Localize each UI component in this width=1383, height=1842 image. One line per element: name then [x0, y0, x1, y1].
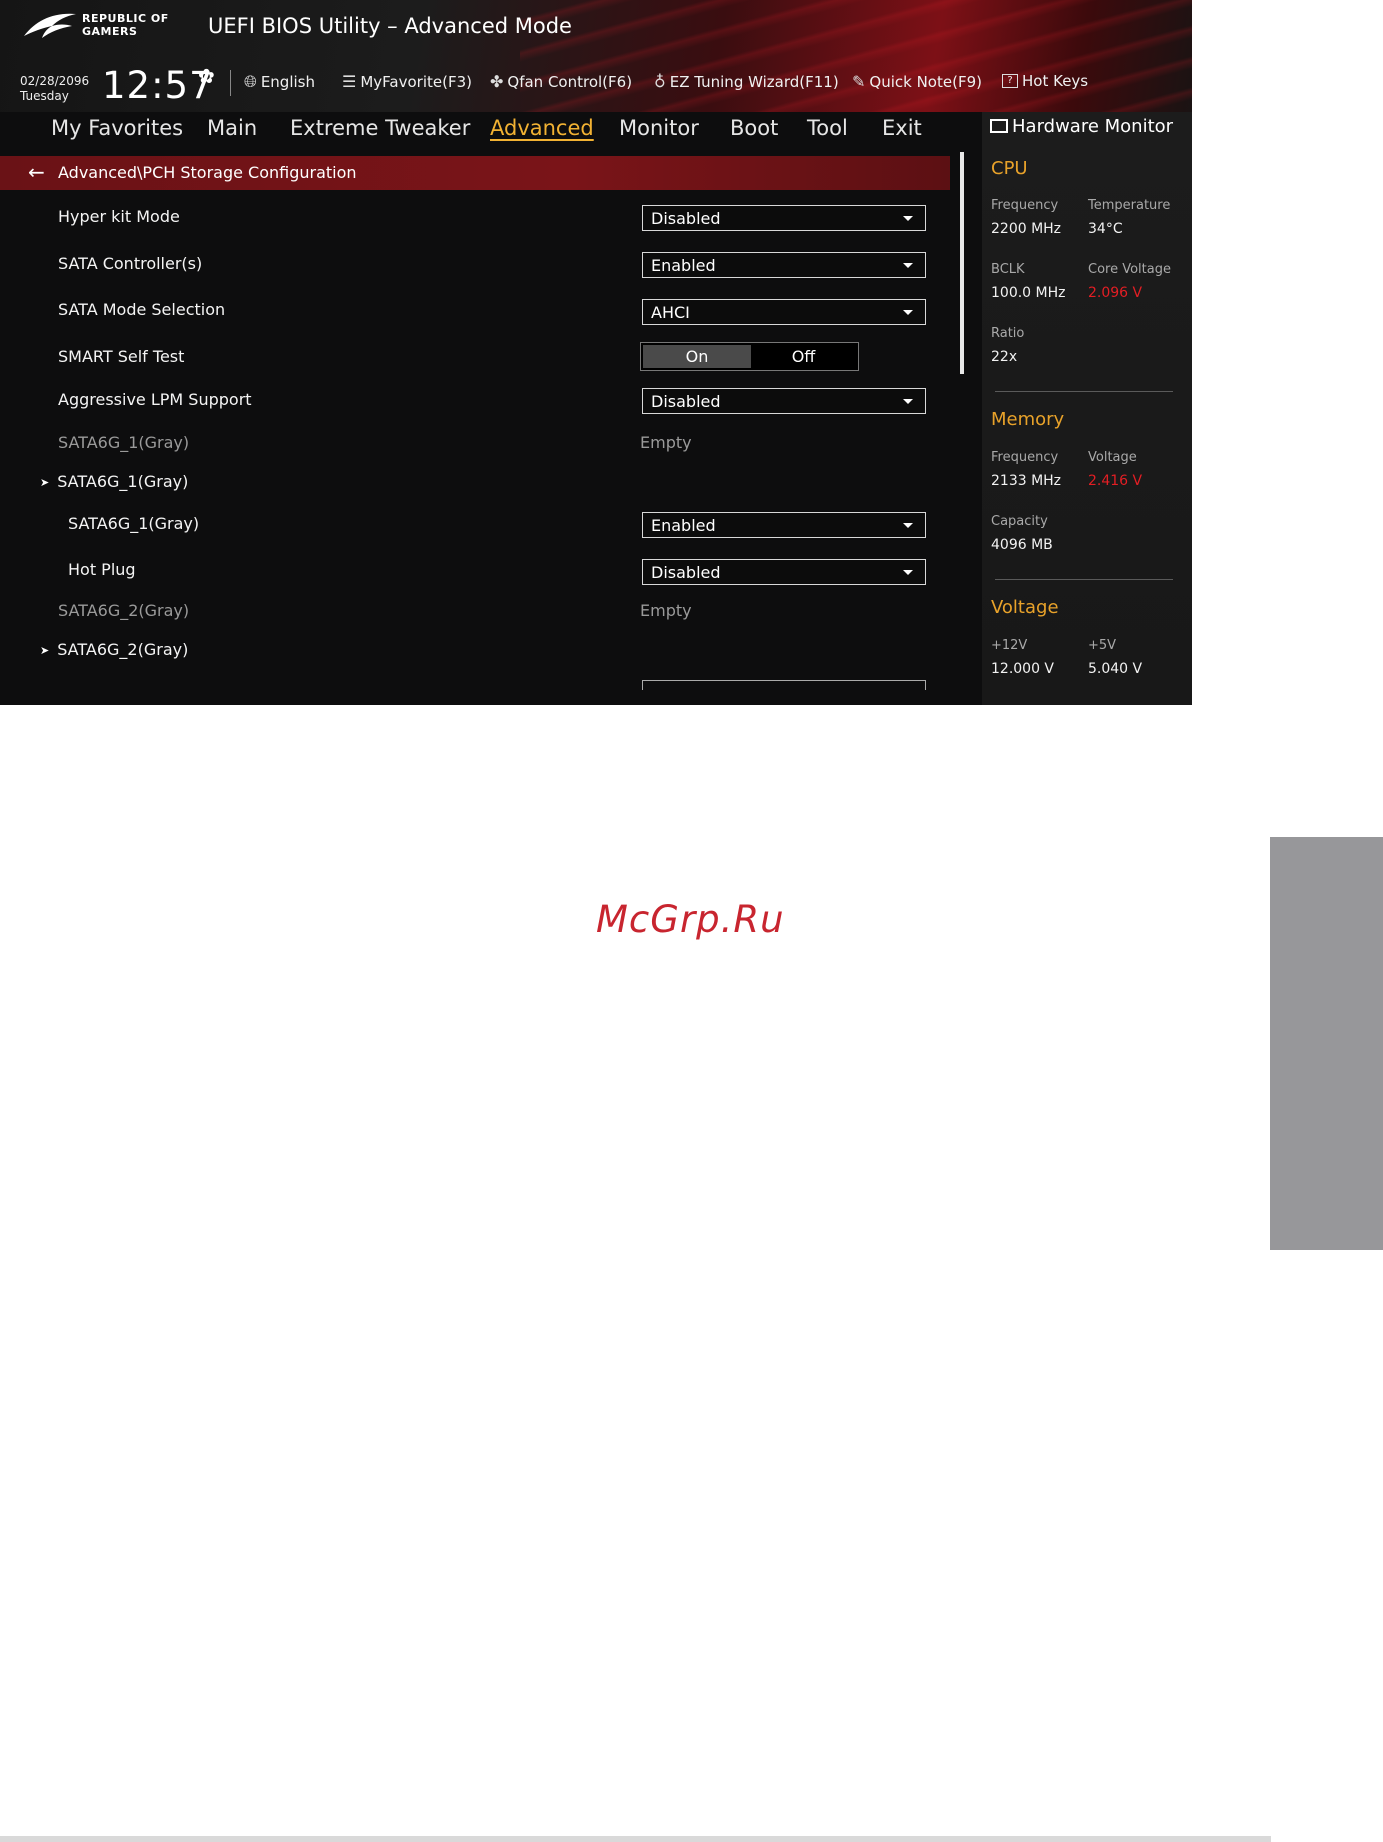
rog-logo: REPUBLIC OF GAMERS — [22, 8, 192, 48]
submenu-sata6g-1[interactable]: ➤ SATA6G_1(Gray) — [40, 472, 188, 491]
expand-arrow-icon: ➤ — [40, 476, 50, 489]
breadcrumb-path: Advanced\PCH Storage Configuration — [58, 163, 357, 182]
chevron-down-icon — [903, 523, 913, 528]
ratio-value: 22x — [991, 349, 1018, 365]
toggle-off-option[interactable]: Off — [751, 345, 856, 368]
core-voltage-label: Core Voltage — [1088, 262, 1171, 277]
sata-mode-dropdown[interactable]: AHCI — [642, 299, 926, 325]
lightbulb-icon: ♁ — [654, 72, 666, 91]
globe-icon: 🌐︎ — [244, 72, 257, 91]
tab-advanced[interactable]: Advanced — [490, 116, 594, 140]
back-arrow-icon[interactable]: ← — [28, 160, 45, 184]
date-display: 02/28/2096 Tuesday — [20, 74, 89, 104]
port-info-sata6g-2: SATA6G_2(Gray) — [58, 601, 190, 620]
language-button[interactable]: 🌐︎ English — [244, 72, 315, 92]
memory-heading: Memory — [991, 409, 1065, 430]
memory-capacity-label: Capacity — [991, 514, 1048, 529]
rog-eye-icon — [24, 13, 76, 38]
chevron-down-icon — [903, 263, 913, 268]
monitor-icon — [990, 119, 1008, 133]
tab-tool[interactable]: Tool — [807, 116, 848, 140]
v12-label: +12V — [991, 638, 1028, 653]
aggressive-lpm-dropdown[interactable]: Disabled — [642, 388, 926, 414]
ratio-label: Ratio — [991, 326, 1025, 341]
chevron-down-icon — [903, 310, 913, 315]
question-box-icon: ? — [1002, 74, 1018, 88]
hardware-monitor-title: Hardware Monitor — [990, 116, 1173, 137]
tab-my-favorites[interactable]: My Favorites — [51, 116, 183, 140]
bios-screen: REPUBLIC OF GAMERS UEFI BIOS Utility – A… — [0, 0, 1192, 705]
setting-label-aggressive-lpm: Aggressive LPM Support — [58, 390, 252, 409]
footer-line — [0, 1836, 1271, 1842]
bclk-label: BCLK — [991, 262, 1025, 277]
chevron-down-icon — [903, 216, 913, 221]
gear-icon[interactable]: ✿ — [198, 64, 215, 88]
clock: 12:57 — [102, 64, 214, 107]
cpu-temperature-value: 34°C — [1088, 221, 1123, 237]
cpu-heading: CPU — [991, 158, 1028, 179]
port-status-sata6g-2: Empty — [640, 601, 692, 620]
setting-label-smart-self-test: SMART Self Test — [58, 347, 185, 366]
memory-capacity-value: 4096 MB — [991, 537, 1053, 553]
setting-label-sata-mode: SATA Mode Selection — [58, 300, 226, 319]
v5-value: 5.040 V — [1088, 661, 1143, 677]
tab-main[interactable]: Main — [207, 116, 257, 140]
memory-voltage-label: Voltage — [1088, 450, 1137, 465]
cpu-frequency-value: 2200 MHz — [991, 221, 1062, 237]
tab-monitor[interactable]: Monitor — [619, 116, 699, 140]
day-value: Tuesday — [20, 89, 69, 103]
memory-frequency-value: 2133 MHz — [991, 473, 1062, 489]
toolbar-divider — [230, 70, 231, 96]
core-voltage-value: 2.096 V — [1088, 285, 1143, 301]
tab-extreme-tweaker[interactable]: Extreme Tweaker — [290, 116, 470, 140]
hot-plug-dropdown[interactable]: Disabled — [642, 559, 926, 585]
setting-label-hot-plug: Hot Plug — [68, 560, 136, 579]
section-divider — [995, 579, 1173, 580]
hyper-kit-mode-dropdown[interactable]: Disabled — [642, 205, 926, 231]
tab-boot[interactable]: Boot — [730, 116, 778, 140]
section-divider — [995, 391, 1173, 392]
cpu-temperature-label: Temperature — [1088, 198, 1171, 213]
setting-label-hyper-kit-mode: Hyper kit Mode — [58, 207, 180, 226]
sata6g-1-enable-dropdown[interactable]: Enabled — [642, 512, 926, 538]
fan-icon: ✤ — [490, 72, 504, 91]
partial-dropdown[interactable] — [642, 680, 926, 690]
bclk-value: 100.0 MHz — [991, 285, 1066, 301]
hot-keys-button[interactable]: ? Hot Keys — [1002, 72, 1088, 90]
qfan-control-button[interactable]: ✤ Qfan Control(F6) — [490, 72, 632, 91]
date-value: 02/28/2096 — [20, 74, 90, 88]
breadcrumb: ← Advanced\PCH Storage Configuration — [0, 156, 950, 190]
chevron-down-icon — [903, 570, 913, 575]
v12-value: 12.000 V — [991, 661, 1055, 677]
app-title: UEFI BIOS Utility – Advanced Mode — [208, 14, 572, 38]
sata-controllers-dropdown[interactable]: Enabled — [642, 252, 926, 278]
setting-label-sata6g-1-enable: SATA6G_1(Gray) — [68, 514, 200, 533]
toggle-on-option[interactable]: On — [643, 345, 751, 368]
quick-note-button[interactable]: ✎ Quick Note(F9) — [852, 72, 982, 91]
setting-label-sata-controllers: SATA Controller(s) — [58, 254, 203, 273]
submenu-sata6g-2[interactable]: ➤ SATA6G_2(Gray) — [40, 640, 188, 659]
chevron-down-icon — [903, 399, 913, 404]
side-tab — [1270, 837, 1383, 1250]
scrollbar[interactable] — [960, 152, 964, 374]
voltage-heading: Voltage — [991, 597, 1059, 618]
note-icon: ✎ — [852, 72, 866, 91]
v5-label: +5V — [1088, 638, 1117, 653]
favorite-list-icon: ☰ — [342, 72, 357, 91]
port-status-sata6g-1: Empty — [640, 433, 692, 452]
smart-self-test-toggle[interactable]: On Off — [640, 342, 859, 371]
memory-voltage-value: 2.416 V — [1088, 473, 1143, 489]
port-info-sata6g-1: SATA6G_1(Gray) — [58, 433, 190, 452]
watermark: McGrp.Ru — [596, 898, 785, 941]
memory-frequency-label: Frequency — [991, 450, 1059, 465]
myfavorite-button[interactable]: ☰ MyFavorite(F3) — [342, 72, 472, 91]
ez-tuning-wizard-button[interactable]: ♁ EZ Tuning Wizard(F11) — [654, 72, 839, 91]
tab-exit[interactable]: Exit — [882, 116, 922, 140]
cpu-frequency-label: Frequency — [991, 198, 1059, 213]
expand-arrow-icon: ➤ — [40, 644, 50, 657]
